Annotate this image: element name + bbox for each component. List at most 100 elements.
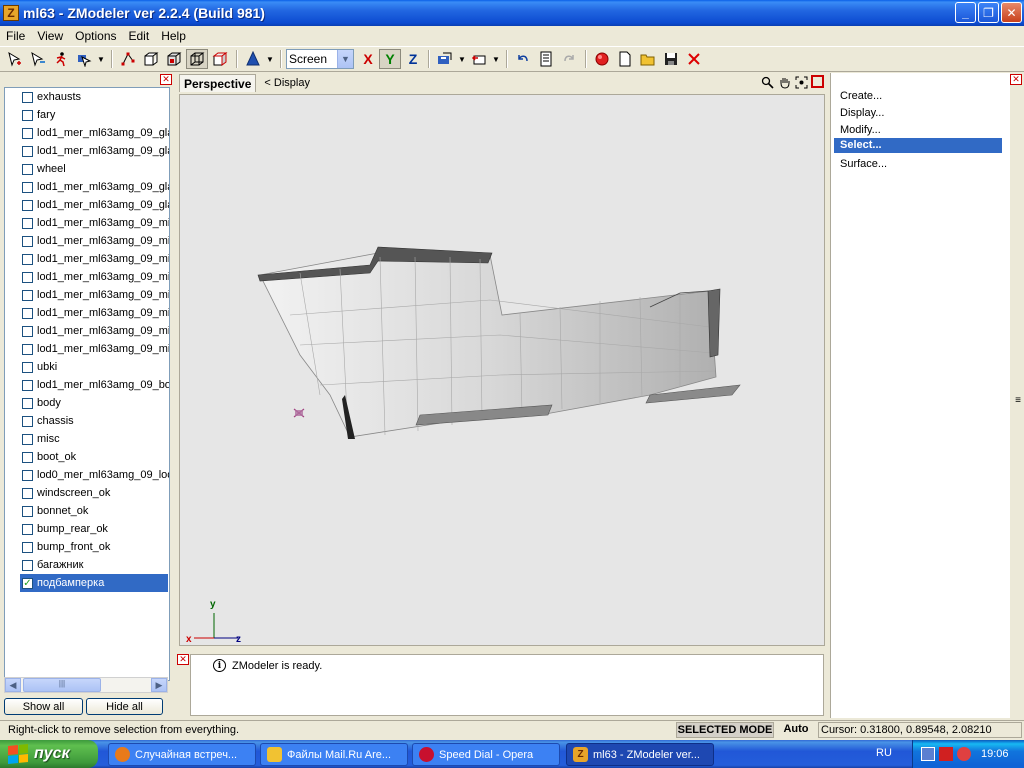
visibility-checkbox[interactable] (22, 109, 33, 121)
pan-hand-icon[interactable] (776, 74, 792, 90)
list-item[interactable]: lod1_mer_ml63amg_09_mir (5, 340, 169, 358)
taskbar-item-zmodeler[interactable]: Z ml63 - ZModeler ver... (566, 743, 714, 766)
list-item[interactable]: boot_ok (5, 448, 169, 466)
language-indicator[interactable]: RU (876, 747, 892, 759)
visibility-checkbox[interactable] (22, 163, 33, 175)
maximize-button[interactable]: ❐ (978, 2, 999, 23)
close-panel-icon[interactable]: ✕ (1010, 74, 1022, 85)
visibility-checkbox[interactable] (22, 397, 33, 409)
list-item[interactable]: exhausts (5, 88, 169, 106)
visibility-checkbox[interactable] (22, 181, 33, 193)
list-item[interactable]: lod1_mer_ml63amg_09_mir (5, 232, 169, 250)
select-add-icon[interactable] (27, 49, 49, 69)
menu-view[interactable]: View (31, 29, 69, 43)
command-select[interactable]: Select... (834, 138, 1002, 153)
list-item[interactable]: misc (5, 430, 169, 448)
select-mode-icon[interactable] (73, 49, 95, 69)
axis-y-button[interactable]: Y (379, 49, 401, 69)
command-surface[interactable]: Surface... (834, 157, 1002, 172)
list-item[interactable]: lod1_mer_ml63amg_09_mir (5, 268, 169, 286)
visibility-checkbox[interactable] (22, 325, 33, 337)
maximize-viewport-icon[interactable] (811, 75, 824, 88)
visibility-checkbox[interactable] (22, 307, 33, 319)
clock[interactable]: 19:06 (981, 748, 1009, 760)
visibility-checkbox[interactable] (22, 253, 33, 265)
list-item[interactable]: lod1_mer_ml63amg_09_mir (5, 286, 169, 304)
list-item[interactable]: bump_front_ok (5, 538, 169, 556)
record-icon[interactable] (591, 49, 613, 69)
command-list[interactable]: Create... Display... Modify... Select...… (830, 73, 1010, 718)
list-item[interactable]: bonnet_ok (5, 502, 169, 520)
solid-cube-icon[interactable] (209, 49, 231, 69)
list-item[interactable]: fary (5, 106, 169, 124)
start-button[interactable]: пуск (0, 740, 98, 768)
visibility-checkbox[interactable] (22, 343, 33, 355)
walk-icon[interactable] (50, 49, 72, 69)
axis-z-button[interactable]: Z (402, 49, 424, 69)
object-icon[interactable] (163, 49, 185, 69)
axis-x-button[interactable]: X (357, 49, 379, 69)
face-icon[interactable] (140, 49, 162, 69)
list-item[interactable]: lod1_mer_ml63amg_09_mir (5, 322, 169, 340)
zoom-extents-icon[interactable] (793, 74, 809, 90)
menu-edit[interactable]: Edit (123, 29, 156, 43)
visibility-checkbox[interactable] (22, 361, 33, 373)
list-item[interactable]: lod1_mer_ml63amg_09_mir (5, 214, 169, 232)
list-item[interactable]: lod1_mer_ml63amg_09_gla (5, 142, 169, 160)
vertex-icon[interactable] (117, 49, 139, 69)
pivot-dropdown-icon[interactable]: ▼ (265, 49, 275, 69)
visibility-checkbox[interactable] (22, 379, 33, 391)
list-item[interactable]: lod1_mer_ml63amg_09_gla (5, 124, 169, 142)
log-output[interactable]: i ZModeler is ready. (190, 654, 824, 716)
select-mode-dropdown-icon[interactable]: ▼ (96, 49, 106, 69)
visibility-checkbox[interactable] (22, 433, 33, 445)
save-icon[interactable] (660, 49, 682, 69)
list-item-selected[interactable]: ✓ подбамперка (20, 574, 168, 592)
auto-indicator[interactable]: Auto (778, 722, 814, 738)
list-item[interactable]: chassis (5, 412, 169, 430)
visibility-checkbox[interactable] (22, 91, 33, 103)
visibility-checkbox[interactable] (22, 469, 33, 481)
select-cursor-icon[interactable] (4, 49, 26, 69)
zmodeler-app-icon[interactable]: Z (3, 5, 19, 21)
open-folder-icon[interactable] (637, 49, 659, 69)
selected-mode-indicator[interactable]: SELECTED MODE (676, 722, 774, 738)
properties-icon[interactable] (535, 49, 557, 69)
export-icon[interactable] (468, 49, 490, 69)
visibility-checkbox[interactable] (22, 415, 33, 427)
import-icon[interactable] (434, 49, 456, 69)
close-panel-icon[interactable]: ✕ (160, 74, 172, 85)
list-item[interactable]: lod1_mer_ml63amg_09_mir (5, 304, 169, 322)
viewport-tab-perspective[interactable]: Perspective (179, 74, 257, 92)
show-all-button[interactable]: Show all (4, 698, 83, 715)
command-create[interactable]: Create... (834, 89, 1002, 104)
title-bar[interactable]: Z ml63 - ZModeler ver 2.2.4 (Build 981) … (0, 0, 1024, 26)
list-item[interactable]: wheel (5, 160, 169, 178)
object-list[interactable]: exhausts fary lod1_mer_ml63amg_09_gla lo… (4, 87, 170, 681)
menu-help[interactable]: Help (155, 29, 192, 43)
visibility-checkbox[interactable] (22, 271, 33, 283)
chevron-down-icon[interactable]: ▼ (337, 50, 353, 68)
list-item[interactable]: windscreen_ok (5, 484, 169, 502)
wireframe-cube-icon[interactable] (186, 49, 208, 69)
undo-icon[interactable] (512, 49, 534, 69)
minimize-button[interactable]: _ (955, 2, 976, 23)
zoom-icon[interactable] (759, 74, 775, 90)
list-item[interactable]: lod0_mer_ml63amg_09_lod (5, 466, 169, 484)
redo-icon[interactable] (558, 49, 580, 69)
new-file-icon[interactable] (614, 49, 636, 69)
blocked-icon[interactable] (957, 747, 971, 761)
close-panel-icon[interactable]: ✕ (177, 654, 189, 665)
3d-viewport[interactable]: y z x (179, 94, 825, 646)
delete-icon[interactable] (683, 49, 705, 69)
visibility-checkbox[interactable] (22, 235, 33, 247)
network-icon[interactable] (921, 747, 935, 761)
coordinate-system-select[interactable]: Screen ▼ (286, 49, 354, 69)
visibility-checkbox[interactable] (22, 127, 33, 139)
visibility-checkbox[interactable] (22, 541, 33, 553)
visibility-checkbox-checked[interactable]: ✓ (22, 577, 33, 589)
visibility-checkbox[interactable] (22, 217, 33, 229)
viewport-display-menu[interactable]: < Display (264, 77, 310, 89)
horizontal-scrollbar[interactable]: ◀ ||| ▶ (4, 677, 168, 693)
visibility-checkbox[interactable] (22, 559, 33, 571)
